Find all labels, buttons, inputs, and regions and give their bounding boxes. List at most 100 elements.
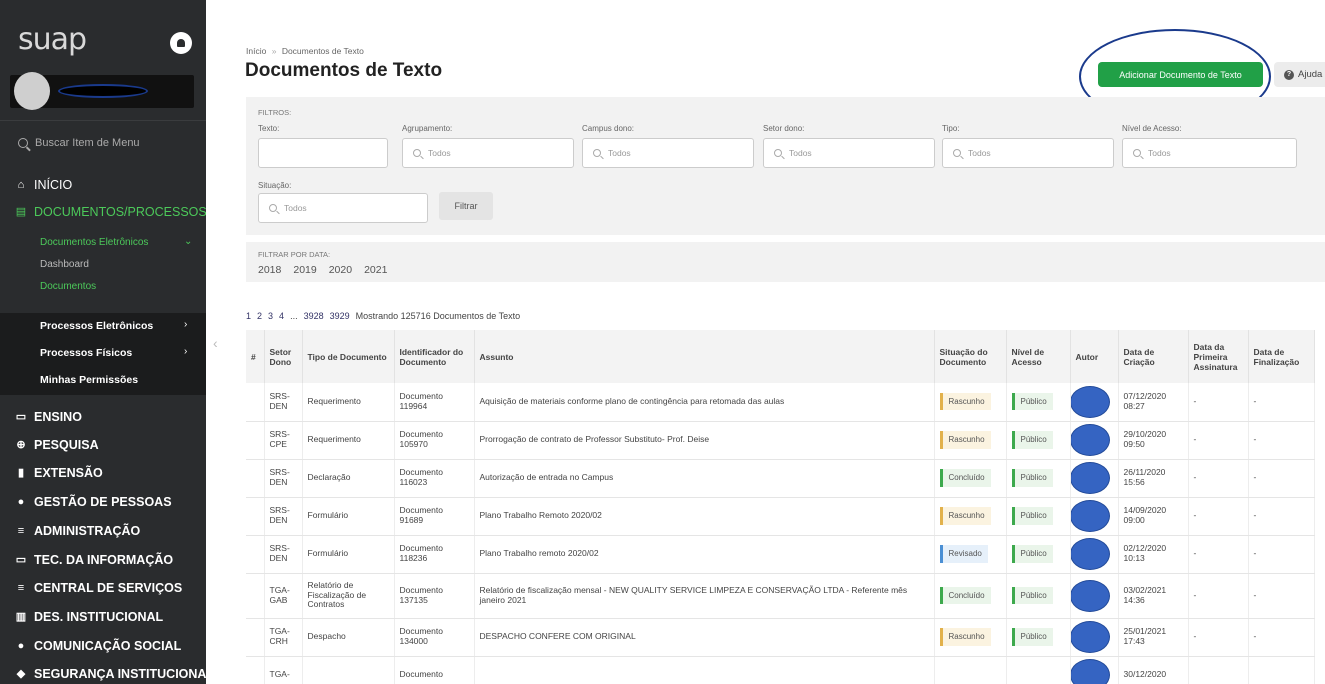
sidebar-item-documentos-processos[interactable]: ▤ DOCUMENTOS/PROCESSOS [14,205,206,219]
notification-bell-icon[interactable] [170,32,192,54]
author-avatar[interactable] [1069,659,1110,684]
sidebar-item-tec-informacao[interactable]: ▭ TEC. DA INFORMAÇÃO [14,553,173,567]
page-link[interactable]: 4 [279,311,284,321]
chevron-right-icon[interactable]: › [184,319,187,330]
filter-button[interactable]: Filtrar [439,192,493,220]
chevron-down-icon[interactable]: ⌄ [184,236,192,247]
col-header-situacao[interactable]: Situação do Documento [934,330,1007,383]
cell-assunto-text[interactable]: Aquisição de materiais conforme plano de… [480,396,785,406]
texto-label: Texto: [258,124,280,133]
nivel-select[interactable]: Todos [1122,138,1297,168]
cell-assunto[interactable]: Aquisição de materiais conforme plano de… [474,383,935,422]
table-row[interactable]: SRS-DEN Formulário Documento 91689 Plano Tr… [246,497,1315,536]
col-header-nivel[interactable]: Nível de Acesso [1006,330,1071,383]
cell-assunto-text[interactable]: DESPACHO CONFERE COM ORIGINAL [480,631,636,641]
sidebar-sub-dashboard[interactable]: Dashboard [40,259,89,270]
avatar[interactable] [14,72,50,110]
sidebar-sub-documentos-eletronicos[interactable]: Documentos Eletrônicos [40,237,148,248]
help-button[interactable]: ? Ajuda [1274,62,1325,87]
col-header-data-criacao[interactable]: Data de Criação [1118,330,1189,383]
col-header-data-primeira[interactable]: Data da Primeira Assinatura [1188,330,1249,383]
sidebar-item-seguranca-institucional[interactable]: ◆ SEGURANÇA INSTITUCIONAL [14,667,206,681]
cell-ident-text: Documento 105970 [399,429,443,449]
chevron-right-icon[interactable]: › [184,346,187,357]
author-avatar[interactable] [1069,579,1110,612]
sidebar-item-inicio[interactable]: ⌂ INÍCIO [14,178,73,192]
agrupamento-select[interactable]: Todos [402,138,574,168]
cell-assunto-text[interactable]: Prorrogação de contrato de Professor Sub… [480,434,710,444]
author-avatar[interactable] [1069,538,1110,570]
table-row[interactable]: SRS-CPE Requerimento Documento 105970 Prorr… [246,421,1315,460]
year-link-2019[interactable]: 2019 [293,264,316,276]
cell-assunto[interactable]: Plano Trabalho Remoto 2020/02 [474,497,935,536]
author-avatar[interactable] [1069,621,1110,653]
cell-assunto[interactable]: Prorrogação de contrato de Professor Sub… [474,421,935,460]
sidebar-item-des-institucional[interactable]: ▥ DES. INSTITUCIONAL [14,610,163,624]
page-link[interactable]: 2 [257,311,262,321]
setor-select[interactable]: Todos [763,138,935,168]
author-avatar[interactable] [1069,462,1110,494]
table-row[interactable]: SRS-DEN Declaração Documento 116023 Autoriz… [246,459,1315,498]
sidebar-sub-processos-fisicos[interactable]: Processos Físicos [40,347,132,359]
year-links: 2018 2019 2020 2021 [258,264,387,276]
cell-assunto[interactable]: Relatório de fiscalização mensal - NEW Q… [474,573,935,619]
year-link-2021[interactable]: 2021 [364,264,387,276]
sidebar-item-extensao[interactable]: ▮ EXTENSÃO [14,466,103,480]
cell-assunto[interactable] [474,656,935,684]
cell-assunto-text[interactable]: Relatório de fiscalização mensal - NEW Q… [480,585,908,605]
cell-assunto[interactable]: DESPACHO CONFERE COM ORIGINAL [474,618,935,657]
sidebar-item-central-servicos[interactable]: ≡ CENTRAL DE SERVIÇOS [14,581,182,595]
search-icon [1133,149,1141,157]
add-document-button[interactable]: Adicionar Documento de Texto [1098,62,1263,87]
sidebar-sub-documentos[interactable]: Documentos [40,281,96,292]
page-ellipsis: ... [290,311,298,321]
page-link[interactable]: 3 [268,311,273,321]
app-logo[interactable]: suap [18,22,87,57]
sidebar-item-ensino[interactable]: ▭ ENSINO [14,410,82,424]
year-link-2020[interactable]: 2020 [329,264,352,276]
table-row[interactable]: TGA-CRH Despacho Documento 134000 DESPACHO … [246,618,1315,657]
cell-assunto[interactable]: Autorização de entrada no Campus [474,459,935,498]
sidebar-item-gestao-pessoas[interactable]: ● GESTÃO DE PESSOAS [14,495,172,509]
page-link[interactable]: 1 [246,311,251,321]
table-row[interactable]: TGA-GAB Relatório de Fiscalização de Cont… [246,573,1315,619]
col-header-ident[interactable]: Identificador do Documento [394,330,475,383]
texto-input[interactable] [258,138,388,168]
col-header-setor[interactable]: Setor Dono [264,330,303,383]
sidebar-sub-minhas-permissoes[interactable]: Minhas Permissões [40,374,138,386]
col-header-tipo[interactable]: Tipo de Documento [302,330,395,383]
sidebar-item-pesquisa[interactable]: ⊕ PESQUISA [14,438,98,452]
cell-tipo-text: Requerimento [307,434,361,445]
sidebar-sub-processos-eletronicos[interactable]: Processos Eletrônicos [40,320,153,332]
author-avatar[interactable] [1069,500,1110,532]
table-row[interactable]: SRS-DEN Requerimento Documento 119964 Aquis… [246,383,1315,422]
access-badge: Público [1011,545,1053,563]
col-header-autor[interactable]: Autor [1070,330,1119,383]
cell-autor [1069,573,1119,619]
collapse-sidebar-icon[interactable]: ‹ [213,335,218,351]
breadcrumb-home[interactable]: Início [246,46,266,56]
page-link[interactable]: 3929 [330,311,350,321]
cell-data-primeira: - [1188,618,1249,657]
cell-assunto-text[interactable]: Autorização de entrada no Campus [480,472,614,482]
cell-assunto[interactable]: Plano Trabalho remoto 2020/02 [474,535,935,574]
col-header-assunto[interactable]: Assunto [474,330,935,383]
table-row[interactable]: TGA- Documento 30/12/2020 [246,656,1315,684]
sidebar-item-administracao[interactable]: ≡ ADMINISTRAÇÃO [14,524,140,538]
campus-select[interactable]: Todos [582,138,754,168]
cell-assunto-text[interactable]: Plano Trabalho remoto 2020/02 [480,548,599,558]
situacao-select[interactable]: Todos [258,193,428,223]
status-badge: Concluído [939,586,991,605]
sidebar-item-comunicacao-social[interactable]: ● COMUNICAÇÃO SOCIAL [14,639,182,653]
author-avatar[interactable] [1069,385,1110,418]
table-row[interactable]: SRS-DEN Formulário Documento 118236 Plano T… [246,535,1315,574]
year-link-2018[interactable]: 2018 [258,264,281,276]
tipo-select[interactable]: Todos [942,138,1114,168]
col-header-data-final[interactable]: Data de Finalização [1248,330,1315,383]
menu-search[interactable]: Buscar Item de Menu [18,137,140,149]
author-avatar[interactable] [1069,424,1110,456]
cell-data-primeira: - [1188,383,1249,422]
cell-assunto-text[interactable]: Plano Trabalho Remoto 2020/02 [480,510,602,520]
page-link[interactable]: 3928 [304,311,324,321]
search-icon [269,204,277,212]
